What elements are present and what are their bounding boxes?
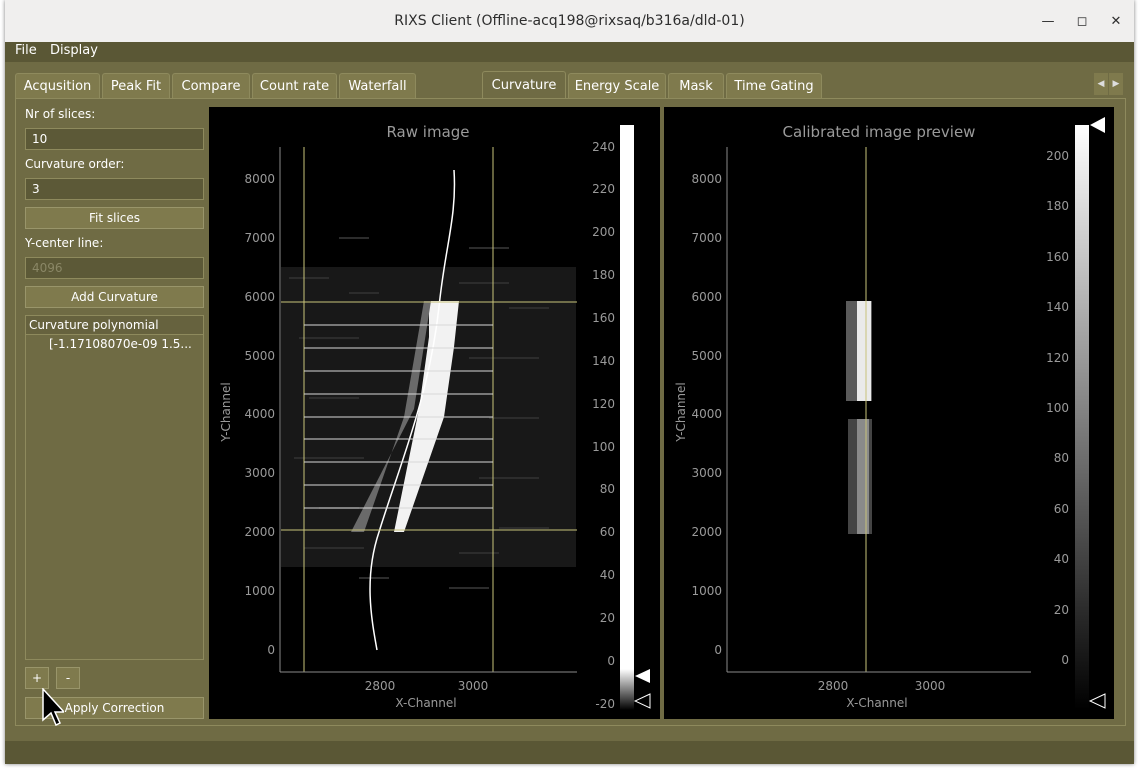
- calibrated-plot-title: Calibrated image preview: [783, 123, 976, 141]
- calibrated-x-tick: 3000: [915, 679, 946, 693]
- window-title: RIXS Client (Offline-acq198@rixsaq/b316a…: [394, 13, 745, 29]
- mouse-cursor-icon: [42, 688, 64, 726]
- raw-y-tick: 8000: [244, 172, 275, 186]
- calibrated-y-tick: 4000: [691, 407, 722, 421]
- raw-x-tick: 3000: [458, 679, 489, 693]
- calibrated-y-tick: 0: [714, 643, 722, 657]
- raw-cbar-tick: 80: [600, 482, 615, 496]
- calibrated-cbar-max-handle-icon[interactable]: [1090, 117, 1105, 133]
- calibrated-cbar-tick: 140: [1046, 300, 1069, 314]
- calibrated-cbar-tick: 0: [1061, 653, 1069, 667]
- tab-scroll-right-icon[interactable]: ▶: [1109, 73, 1123, 95]
- raw-cbar-max-handle-icon[interactable]: [635, 669, 650, 683]
- raw-cbar-tick: -20: [595, 697, 615, 711]
- calibrated-y-tick: 8000: [691, 172, 722, 186]
- remove-row-button[interactable]: -: [56, 667, 80, 689]
- raw-x-label: X-Channel: [395, 696, 456, 710]
- raw-cbar-tick: 180: [592, 268, 615, 282]
- calibrated-y-label: Y-Channel: [674, 382, 688, 443]
- curvature-polynomial-list[interactable]: Curvature polynomial [-1.17108070e-09 1.…: [25, 315, 204, 660]
- calibrated-colorbar[interactable]: [1075, 125, 1089, 710]
- raw-y-tick: 6000: [244, 290, 275, 304]
- nr-slices-label: Nr of slices:: [25, 107, 96, 121]
- curvature-order-label: Curvature order:: [25, 157, 125, 171]
- tab-count-rate[interactable]: Count rate: [252, 73, 337, 98]
- raw-cbar-min-handle-icon[interactable]: [633, 693, 651, 709]
- fit-slices-button[interactable]: Fit slices: [25, 207, 204, 229]
- status-bar: [5, 741, 1134, 764]
- calibrated-y-tick: 3000: [691, 466, 722, 480]
- calibrated-cbar-tick: 180: [1046, 199, 1069, 213]
- tab-peak-fit[interactable]: Peak Fit: [102, 73, 170, 98]
- raw-cbar-tick: 120: [592, 397, 615, 411]
- tab-acquisition[interactable]: Acqusition: [15, 73, 100, 98]
- raw-y-tick: 3000: [244, 466, 275, 480]
- list-item[interactable]: [-1.17108070e-09 1.5...: [26, 335, 203, 351]
- raw-cbar-tick: 220: [592, 182, 615, 196]
- raw-image-plot[interactable]: Raw image 0 1000 2000 3000 4000 5000 600…: [209, 107, 660, 719]
- tab-energy-scale[interactable]: Energy Scale: [568, 73, 666, 98]
- raw-y-tick: 0: [267, 643, 275, 657]
- tab-mask[interactable]: Mask: [668, 73, 724, 98]
- raw-y-tick: 7000: [244, 231, 275, 245]
- raw-cbar-tick: 160: [592, 311, 615, 325]
- calibrated-cbar-tick: 200: [1046, 149, 1069, 163]
- raw-cbar-tick: 0: [607, 654, 615, 668]
- calibrated-cbar-tick: 20: [1054, 603, 1069, 617]
- menu-file[interactable]: File: [15, 43, 37, 58]
- calibrated-cbar-tick: 160: [1046, 250, 1069, 264]
- calibrated-image-plot[interactable]: Calibrated image preview 0 1000 2000 300…: [664, 107, 1114, 719]
- calibrated-y-tick: 2000: [691, 525, 722, 539]
- calibrated-cbar-tick: 60: [1054, 502, 1069, 516]
- raw-cbar-tick: 20: [600, 611, 615, 625]
- calibrated-cbar-tick: 120: [1046, 351, 1069, 365]
- calibrated-x-label: X-Channel: [846, 696, 907, 710]
- calibrated-signal-upper: [857, 301, 871, 401]
- raw-cbar-tick: 200: [592, 225, 615, 239]
- raw-cbar-tick: 60: [600, 525, 615, 539]
- tab-time-gating[interactable]: Time Gating: [726, 73, 822, 98]
- curvature-order-input[interactable]: 3: [25, 178, 204, 200]
- raw-colorbar[interactable]: [620, 125, 634, 710]
- tab-waterfall[interactable]: Waterfall: [339, 73, 416, 98]
- raw-y-tick: 5000: [244, 349, 275, 363]
- minimize-icon[interactable]: —: [1038, 11, 1058, 31]
- y-center-input[interactable]: 4096: [25, 257, 204, 279]
- calibrated-y-tick: 6000: [691, 290, 722, 304]
- add-row-button[interactable]: +: [25, 667, 49, 689]
- tab-curvature[interactable]: Curvature: [482, 71, 566, 99]
- calibrated-cbar-tick: 80: [1054, 451, 1069, 465]
- maximize-icon[interactable]: ◻: [1072, 11, 1092, 31]
- calibrated-y-tick: 7000: [691, 231, 722, 245]
- calibrated-y-tick: 1000: [691, 584, 722, 598]
- raw-cbar-tick: 40: [600, 568, 615, 582]
- raw-cbar-tick: 240: [592, 140, 615, 154]
- raw-cbar-tick: 100: [592, 440, 615, 454]
- calibrated-y-tick: 5000: [691, 349, 722, 363]
- y-center-label: Y-center line:: [25, 236, 104, 250]
- raw-y-label: Y-Channel: [219, 382, 233, 443]
- calibrated-x-tick: 2800: [818, 679, 849, 693]
- raw-y-tick: 4000: [244, 407, 275, 421]
- calibrated-cbar-tick: 40: [1054, 552, 1069, 566]
- menu-display[interactable]: Display: [50, 43, 98, 58]
- raw-cbar-tick: 140: [592, 354, 615, 368]
- title-bar: RIXS Client (Offline-acq198@rixsaq/b316a…: [5, 0, 1134, 43]
- add-curvature-button[interactable]: Add Curvature: [25, 286, 204, 308]
- curvature-polynomial-header: Curvature polynomial: [26, 316, 203, 335]
- calibrated-signal-lower: [857, 419, 869, 534]
- raw-y-tick: 2000: [244, 525, 275, 539]
- calibrated-cbar-tick: 100: [1046, 401, 1069, 415]
- calibrated-cbar-min-handle-icon[interactable]: [1088, 693, 1106, 709]
- tab-scroll-left-icon[interactable]: ◀: [1094, 73, 1108, 95]
- raw-y-tick: 1000: [244, 584, 275, 598]
- raw-plot-title: Raw image: [386, 123, 469, 141]
- nr-slices-input[interactable]: 10: [25, 128, 204, 150]
- raw-x-tick: 2800: [365, 679, 396, 693]
- menu-bar: File Display: [5, 42, 1134, 62]
- close-icon[interactable]: ✕: [1106, 11, 1126, 31]
- tab-compare[interactable]: Compare: [172, 73, 250, 98]
